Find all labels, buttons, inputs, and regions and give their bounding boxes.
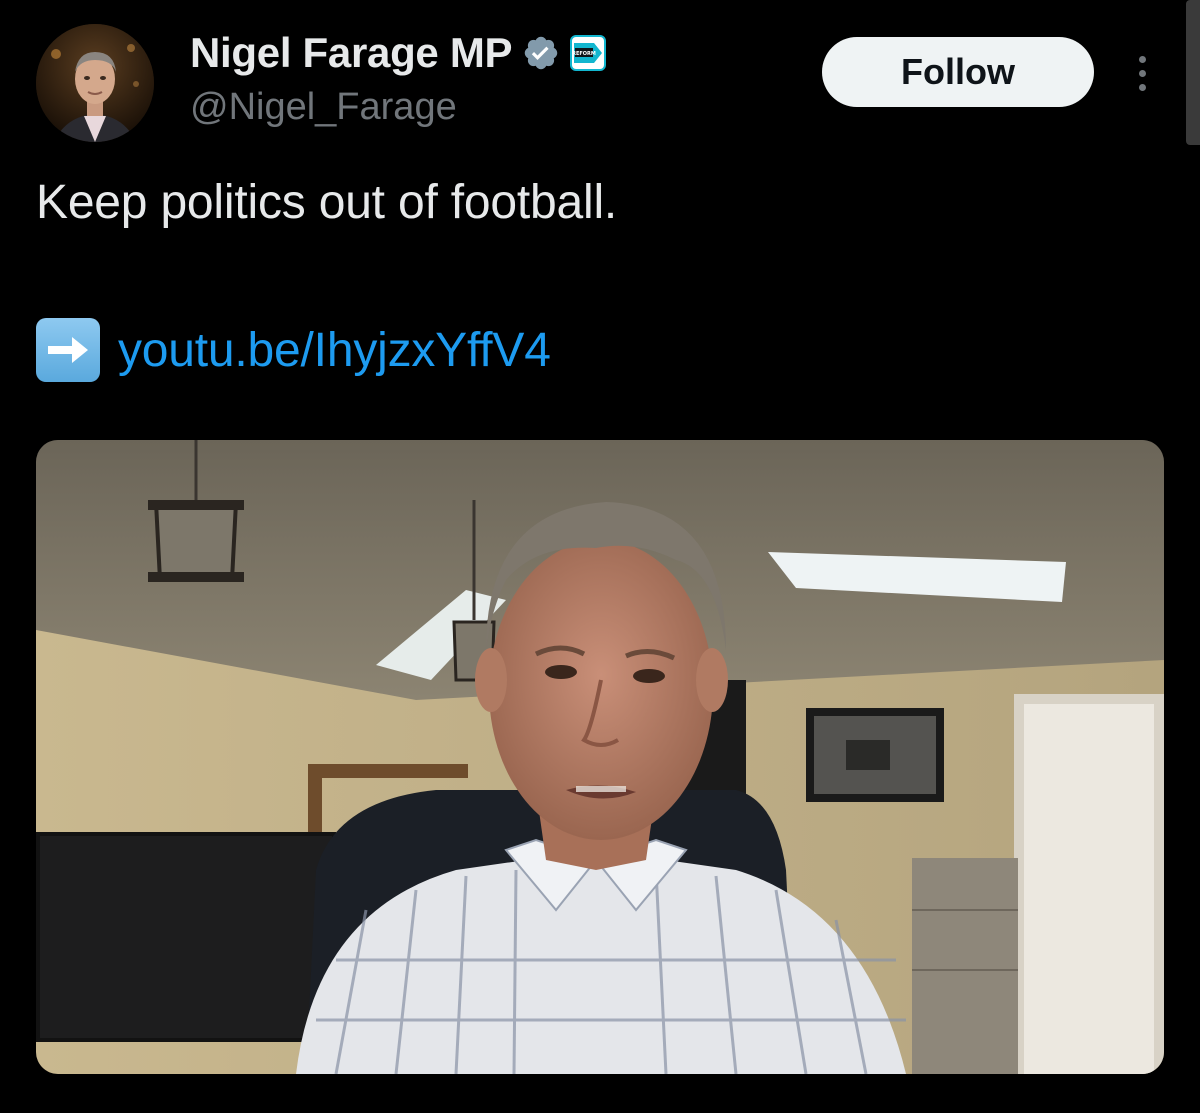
more-dots-icon[interactable]	[1122, 48, 1162, 98]
verified-badge-icon[interactable]	[522, 34, 560, 72]
tweet-text: Keep politics out of football.	[36, 176, 618, 229]
follow-button[interactable]: Follow	[822, 37, 1094, 107]
author-avatar[interactable]	[36, 24, 154, 142]
tweet: Nigel Farage MP REFORM @Nigel_Farage Fol…	[0, 0, 1200, 1113]
more-dot	[1138, 69, 1146, 77]
reform-uk-affiliation-icon[interactable]: REFORM	[570, 35, 607, 71]
scrollbar[interactable]	[1186, 0, 1200, 145]
more-dot	[1138, 83, 1146, 91]
author-display-name[interactable]: Nigel Farage MP	[190, 29, 513, 77]
svg-text:REFORM: REFORM	[572, 51, 596, 57]
author-name-row: Nigel Farage MP REFORM	[190, 28, 607, 78]
more-dot	[1138, 55, 1146, 63]
tweet-link-row: youtu.be/IhyjzxYffV4	[36, 318, 551, 382]
right-arrow-emoji-icon	[36, 318, 100, 382]
video-thumbnail[interactable]	[36, 440, 1164, 1074]
youtube-link[interactable]: youtu.be/IhyjzxYffV4	[118, 323, 551, 378]
author-handle[interactable]: @Nigel_Farage	[190, 86, 457, 129]
